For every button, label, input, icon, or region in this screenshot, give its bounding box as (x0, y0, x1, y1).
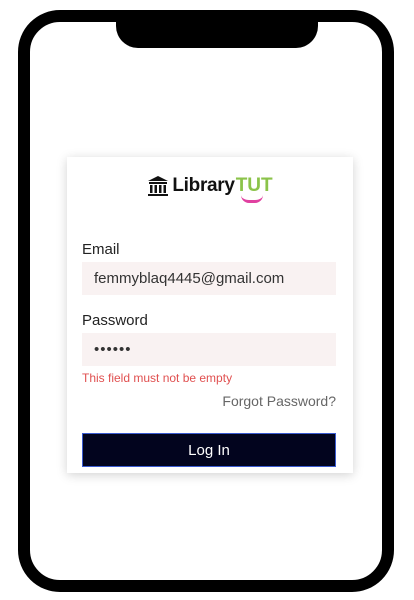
phone-notch (116, 18, 318, 48)
email-label: Email (82, 241, 120, 258)
library-logo: Library TUT (67, 173, 353, 203)
logo-accent-text: TUT (235, 175, 273, 196)
login-button[interactable]: Log In (82, 433, 336, 467)
password-field[interactable] (82, 333, 336, 366)
forgot-password-link[interactable]: Forgot Password? (222, 393, 336, 409)
logo-text: Library (172, 175, 235, 196)
password-label: Password (82, 312, 148, 329)
logo-smile-icon (240, 195, 263, 203)
logo-accent: TUT (235, 175, 273, 203)
library-building-icon (148, 176, 169, 196)
email-field[interactable] (82, 262, 336, 295)
phone-frame: Library TUT Email Password This field mu… (18, 10, 394, 592)
password-error-message: This field must not be empty (82, 371, 233, 385)
login-card: Library TUT Email Password This field mu… (67, 157, 353, 473)
